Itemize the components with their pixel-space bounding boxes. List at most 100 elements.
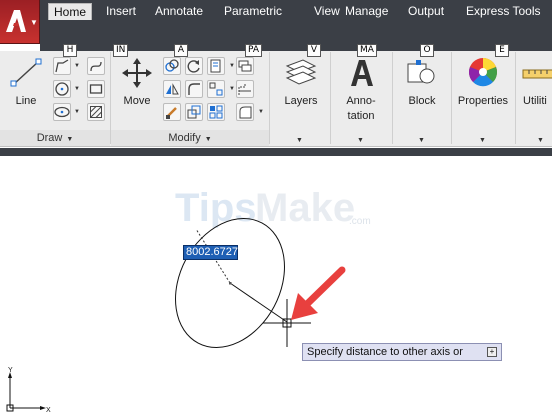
annotation-label-2: tation	[347, 110, 375, 122]
ellipse-button[interactable]	[53, 103, 71, 121]
annotation-button[interactable]: Anno- tation	[335, 56, 387, 144]
spline-icon	[90, 61, 102, 72]
circle-button[interactable]	[53, 80, 71, 98]
autocad-logo-icon	[6, 10, 26, 32]
erase-button[interactable]	[236, 103, 254, 121]
keytip-express-tools: E	[495, 44, 509, 57]
line-button[interactable]: Line	[6, 56, 46, 114]
keytip-output: O	[420, 44, 434, 57]
fillet-icon	[188, 83, 200, 95]
move-icon	[122, 58, 152, 88]
rotate-button[interactable]	[185, 57, 203, 75]
annotation-label-1: Anno-	[346, 95, 376, 107]
move-button[interactable]: Move	[116, 56, 158, 114]
panel-divider	[515, 52, 516, 144]
fillet-dropdown-icon[interactable]: ▼	[229, 86, 235, 92]
command-prompt-tooltip: Specify distance to other axis or +	[302, 343, 502, 361]
ellipse-icon	[54, 106, 70, 118]
circle-icon	[55, 82, 69, 96]
tab-annotate[interactable]: Annotate	[150, 3, 208, 20]
circle-dropdown-icon[interactable]: ▼	[74, 86, 80, 92]
watermark-suffix: .com	[349, 216, 371, 227]
mirror-icon	[166, 83, 179, 95]
keytip-parametric: PA	[245, 44, 263, 57]
array-icon	[209, 105, 223, 119]
explode-button[interactable]	[207, 80, 225, 98]
rotate-icon	[187, 60, 200, 73]
modify-dropdown-icon[interactable]: ▼	[258, 109, 264, 115]
spline-button[interactable]	[87, 57, 105, 75]
trim-dropdown-icon[interactable]: ▼	[229, 63, 235, 69]
panel-divider	[451, 52, 452, 144]
tab-output[interactable]: Output	[403, 3, 449, 20]
keytip-home: H	[63, 44, 77, 57]
modify-panel-title[interactable]: Modify ▼	[111, 130, 269, 146]
ellipse-dropdown-icon[interactable]: ▼	[74, 109, 80, 115]
line-icon	[10, 58, 42, 87]
panel-divider	[330, 52, 331, 144]
mirror-button[interactable]	[163, 80, 181, 98]
block-label: Block	[408, 95, 436, 107]
dynamic-input-field[interactable]: 8002.6727	[183, 245, 238, 260]
block-button[interactable]: Block	[396, 56, 448, 144]
polyline-button[interactable]	[53, 57, 71, 75]
fillet-button[interactable]	[185, 80, 203, 98]
chevron-down-icon: ▼	[204, 136, 212, 143]
chevron-down-icon: ▼	[66, 136, 74, 143]
expand-options-icon[interactable]: +	[487, 347, 497, 357]
keytip-manage: MA	[357, 44, 377, 57]
offset-icon	[238, 83, 251, 95]
properties-button[interactable]: Properties	[453, 56, 513, 144]
rectangle-button[interactable]	[87, 80, 105, 98]
tab-express-tools[interactable]: Express Tools	[461, 3, 545, 20]
watermark-make: Make	[255, 186, 355, 228]
draw-panel-label: Draw	[36, 132, 63, 144]
polyline-dropdown-icon[interactable]: ▼	[74, 63, 80, 69]
scale-icon	[187, 105, 201, 119]
polyline-icon	[55, 59, 69, 73]
panel-divider	[392, 52, 393, 144]
trim-icon	[210, 59, 221, 73]
hatch-button[interactable]	[87, 103, 105, 121]
properties-dropdown-icon[interactable]: ▼	[479, 137, 486, 144]
copy-icon	[165, 59, 179, 72]
layers-label: Layers	[284, 95, 318, 107]
tab-parametric[interactable]: Parametric	[219, 3, 287, 20]
hatch-icon	[90, 106, 102, 118]
keytip-insert: IN	[113, 44, 129, 57]
array-button[interactable]	[207, 103, 225, 121]
move-label: Move	[123, 95, 151, 107]
application-menu-button[interactable]: ▼	[0, 0, 40, 44]
panel-divider	[269, 52, 270, 144]
stack-icon	[238, 60, 252, 72]
layers-dropdown-icon[interactable]: ▼	[296, 137, 303, 144]
color-wheel-icon	[468, 58, 498, 87]
text-a-icon	[351, 60, 373, 86]
utilities-button[interactable]: Utiliti	[519, 56, 552, 144]
draw-panel-title[interactable]: Draw ▼	[0, 130, 110, 146]
explode-icon	[209, 82, 223, 96]
tipsmake-watermark: Tips Make .com	[175, 186, 371, 230]
utilities-dropdown-icon[interactable]: ▼	[537, 137, 544, 144]
scale-button[interactable]	[185, 103, 203, 121]
modify-panel-label: Modify	[168, 132, 201, 144]
keytip-view: V	[307, 44, 321, 57]
watermark-logo: Tips Make .com	[175, 183, 375, 230]
annotation-dropdown-icon[interactable]: ▼	[357, 137, 364, 144]
layer-tools-button[interactable]	[236, 57, 254, 75]
tab-home[interactable]: Home	[48, 3, 93, 20]
keytip-annotate: A	[174, 44, 188, 57]
prompt-text: Specify distance to other axis or	[307, 346, 463, 358]
stretch-button[interactable]	[163, 103, 181, 121]
autocad-window: ▼ Home Insert Annotate Parametric View M…	[0, 0, 552, 417]
copy-button[interactable]	[163, 57, 181, 75]
tab-manage[interactable]: Manage	[340, 3, 393, 20]
tab-insert[interactable]: Insert	[101, 3, 141, 20]
block-icon	[407, 60, 435, 84]
rectangle-icon	[89, 84, 103, 94]
layers-icon	[285, 59, 317, 85]
trim-button[interactable]	[207, 57, 225, 75]
block-dropdown-icon[interactable]: ▼	[418, 137, 425, 144]
offset-button[interactable]	[236, 80, 254, 98]
layers-button[interactable]: Layers	[275, 56, 327, 144]
